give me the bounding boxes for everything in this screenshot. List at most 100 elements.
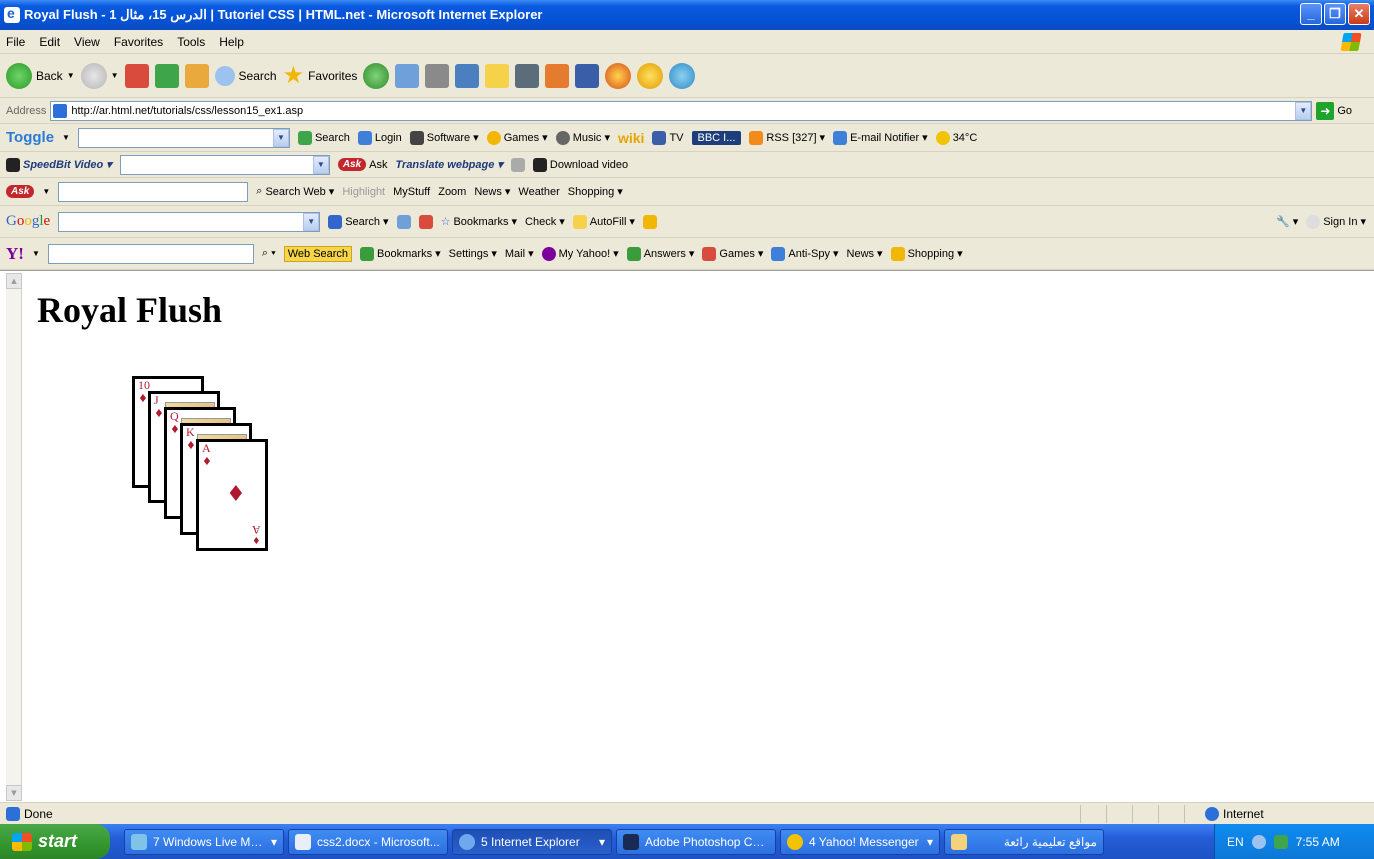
page-heading: Royal Flush	[37, 290, 223, 330]
forward-button[interactable]: ▼	[80, 62, 119, 89]
rss-button[interactable]: RSS [327] ▾	[749, 130, 825, 145]
plus-icon[interactable]	[396, 214, 411, 229]
task-word[interactable]: css2.docx - Microsoft...	[288, 828, 448, 855]
task-photoshop[interactable]: Adobe Photoshop CS...	[616, 828, 776, 855]
refresh-icon[interactable]	[154, 63, 179, 88]
pen-icon[interactable]	[545, 63, 570, 88]
back-arrow-icon	[6, 62, 32, 89]
language-indicator[interactable]: EN	[1227, 835, 1244, 849]
software-button[interactable]: Software ▾	[409, 130, 479, 145]
edit-icon[interactable]	[455, 63, 480, 88]
go-button[interactable]: ➜ Go	[1316, 101, 1352, 120]
tray-network-icon[interactable]	[1273, 834, 1288, 849]
yahoo-answers-button[interactable]: Answers ▾	[626, 246, 694, 261]
ask-logo[interactable]: Ask	[6, 185, 35, 198]
vertical-scrollbar[interactable]: ▲ ▼	[6, 273, 22, 801]
translate-button[interactable]: Translate webpage ▾	[396, 158, 503, 172]
home-icon[interactable]	[184, 63, 209, 88]
google-signin-button[interactable]: Sign In ▾	[1306, 214, 1366, 229]
research-icon[interactable]	[575, 63, 600, 88]
menu-edit[interactable]: Edit	[39, 35, 60, 49]
menu-view[interactable]: View	[74, 35, 100, 49]
task-windows-live-messenger[interactable]: 7 Windows Live Mes... ▾	[124, 828, 284, 855]
messenger-icon[interactable]	[605, 62, 632, 89]
windows-logo-icon	[1340, 33, 1362, 51]
tv-button[interactable]: TV	[652, 130, 684, 145]
scroll-up-icon[interactable]: ▲	[6, 273, 22, 289]
task-folder[interactable]: مواقع تعليمية رائعة	[944, 828, 1104, 855]
games-button[interactable]: Games ▾	[486, 130, 548, 145]
wiki-button[interactable]: wiki	[618, 130, 644, 146]
yahoo-mail-button[interactable]: Mail ▾	[505, 247, 534, 261]
minimize-button[interactable]: _	[1300, 3, 1322, 25]
scroll-down-icon[interactable]: ▼	[6, 785, 22, 801]
popup-blocker-icon[interactable]	[418, 214, 433, 229]
toggle-search-input[interactable]: ▼	[77, 127, 290, 148]
speedbit-search-input[interactable]: ▼	[119, 154, 330, 175]
yahoo-bookmarks-button[interactable]: Bookmarks ▾	[360, 246, 441, 261]
google-search-input[interactable]: ▼	[58, 211, 321, 232]
favorites-button[interactable]: ★ Favorites	[283, 61, 358, 90]
yahoo-search-icon[interactable]: ⌕ ▾	[262, 247, 276, 260]
mail-icon[interactable]	[395, 63, 420, 88]
shopping-button[interactable]: Shopping ▾	[568, 185, 623, 199]
email-notifier-button[interactable]: E-mail Notifier ▾	[833, 130, 928, 145]
weather-indicator[interactable]: 34°C	[935, 130, 977, 145]
mystuff-button[interactable]: MyStuff	[393, 186, 430, 198]
yahoo-news-button[interactable]: News ▾	[847, 247, 883, 261]
back-button[interactable]: Back ▼	[6, 62, 75, 89]
login-button[interactable]: Login	[357, 130, 402, 145]
ask-button[interactable]: Ask Ask	[337, 158, 388, 171]
menu-file[interactable]: File	[6, 35, 25, 49]
yahoo-settings-button[interactable]: Settings ▾	[449, 247, 497, 261]
toggle-search-button[interactable]: Search	[297, 130, 350, 145]
task-yahoo-messenger[interactable]: 4 Yahoo! Messenger ▾	[780, 828, 940, 855]
zone-label: Internet	[1223, 806, 1264, 821]
google-search-button[interactable]: Search ▾	[328, 214, 389, 229]
highlight-button[interactable]: Highlight	[342, 186, 385, 198]
speedbit-logo[interactable]: SpeedBit Video ▾	[6, 157, 112, 172]
bookmarks-button[interactable]: ☆ Bookmarks ▾	[441, 215, 517, 229]
yahoo-websearch-button[interactable]: Web Search	[283, 245, 353, 262]
yahoo-shopping-button[interactable]: Shopping ▾	[890, 246, 963, 261]
search-button[interactable]: Search	[214, 65, 277, 86]
settings-wrench-icon[interactable]: 🔧 ▾	[1276, 215, 1298, 228]
address-dropdown-icon[interactable]: ▼	[1295, 101, 1312, 120]
history-icon[interactable]	[363, 62, 390, 89]
pencil-icon[interactable]	[642, 214, 657, 229]
page-status-icon	[6, 806, 20, 821]
pen-icon[interactable]	[510, 157, 525, 172]
yahoo-logo[interactable]: Y!	[6, 244, 24, 264]
k-icon[interactable]	[515, 63, 540, 88]
news-button[interactable]: News ▾	[474, 185, 510, 199]
start-button[interactable]: start	[0, 824, 110, 859]
yahoo-games-button[interactable]: Games ▾	[702, 246, 763, 261]
note-icon[interactable]	[485, 63, 510, 88]
menu-favorites[interactable]: Favorites	[114, 35, 163, 49]
yahoo-search-input[interactable]	[47, 243, 254, 264]
ask-search-input[interactable]	[58, 181, 249, 202]
task-internet-explorer[interactable]: 5 Internet Explorer ▾	[452, 828, 612, 855]
music-button[interactable]: Music ▾	[555, 130, 610, 145]
search-web-button[interactable]: ⌕ Search Web ▾	[256, 185, 334, 198]
tray-arrow-icon[interactable]	[1251, 834, 1266, 849]
yahoo-messenger-icon[interactable]	[637, 62, 664, 89]
google-logo[interactable]: Google	[6, 213, 50, 230]
radio-player[interactable]: BBC I...	[691, 130, 742, 145]
close-button[interactable]: ✕	[1348, 3, 1370, 25]
my-yahoo-button[interactable]: My Yahoo! ▾	[541, 246, 619, 261]
menu-tools[interactable]: Tools	[177, 35, 205, 49]
msn-icon[interactable]	[669, 62, 696, 89]
print-icon[interactable]	[425, 63, 450, 88]
weather-button[interactable]: Weather	[518, 186, 559, 198]
zoom-button[interactable]: Zoom	[438, 186, 466, 198]
spellcheck-button[interactable]: Check ▾	[525, 215, 565, 229]
menu-help[interactable]: Help	[219, 35, 244, 49]
stop-icon[interactable]	[124, 63, 149, 88]
toggle-logo[interactable]: Toggle	[6, 129, 54, 146]
autofill-button[interactable]: AutoFill ▾	[572, 214, 635, 229]
download-video-button[interactable]: Download video	[532, 157, 628, 172]
yahoo-antispy-button[interactable]: Anti-Spy ▾	[771, 246, 839, 261]
address-input[interactable]: http://ar.html.net/tutorials/css/lesson1…	[50, 100, 1313, 121]
restore-button[interactable]: ❐	[1324, 3, 1346, 25]
